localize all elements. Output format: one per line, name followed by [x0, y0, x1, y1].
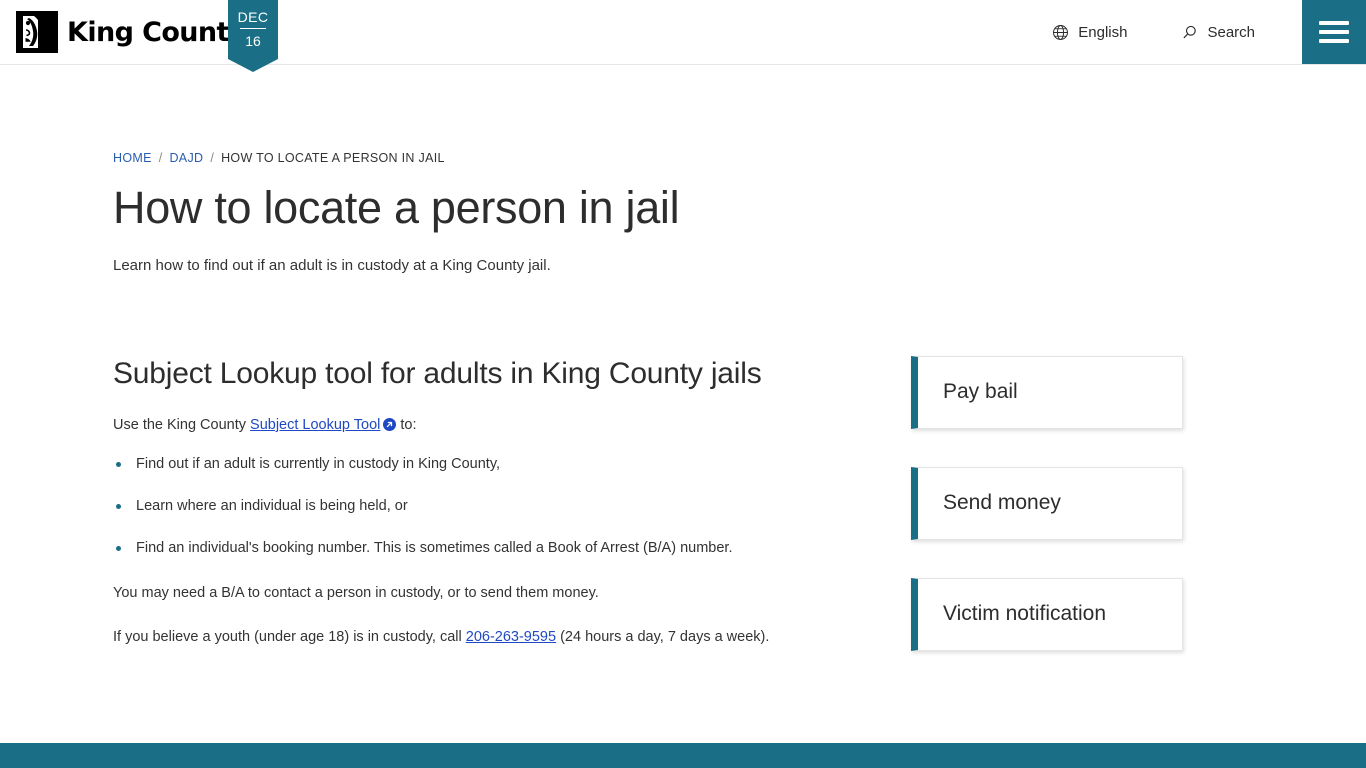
menu-bar [1319, 21, 1349, 25]
header-actions: English Search [1042, 0, 1366, 65]
intro-text-before: Use the King County [113, 416, 251, 433]
logo-wordmark: King County [67, 16, 246, 48]
ba-note-paragraph: You may need a B/A to contact a person i… [113, 584, 599, 601]
sidebar-card-send-money[interactable]: Send money [911, 466, 1183, 540]
sidebar-card-label: Victim notification [943, 602, 1107, 626]
date-badge-divider [240, 28, 266, 29]
section-title: Subject Lookup tool for adults in King C… [113, 356, 762, 390]
menu-bar [1319, 39, 1349, 43]
sidebar-card-victim-notification[interactable]: Victim notification [911, 577, 1183, 651]
intro-paragraph: Use the King County Subject Lookup Tool … [113, 414, 883, 438]
youth-text-before: If you believe a youth (under age 18) is… [113, 628, 466, 645]
sidebar: Pay bail Send money Victim notification [911, 355, 1183, 689]
language-label: English [1078, 23, 1128, 41]
list-item: Find an individual's booking number. Thi… [113, 538, 883, 560]
breadcrumb-item-home[interactable]: HOME [113, 151, 152, 165]
breadcrumb-item-current: HOW TO LOCATE A PERSON IN JAIL [221, 151, 445, 165]
youth-text-after: (24 hours a day, 7 days a week). [556, 628, 770, 645]
site-logo[interactable]: King County [16, 11, 246, 53]
breadcrumb: HOME / DAJD / HOW TO LOCATE A PERSON IN … [113, 151, 1253, 165]
subject-lookup-tool-link[interactable]: Subject Lookup Tool [250, 417, 380, 433]
content-container: HOME / DAJD / HOW TO LOCATE A PERSON IN … [98, 151, 1268, 689]
breadcrumb-separator: / [158, 151, 163, 165]
search-icon [1181, 24, 1198, 41]
globe-icon [1052, 24, 1069, 41]
benefits-list: Find out if an adult is currently in cus… [113, 454, 883, 559]
list-item: Learn where an individual is being held,… [113, 496, 883, 518]
breadcrumb-item-dajd[interactable]: DAJD [169, 151, 203, 165]
search-label: Search [1207, 23, 1255, 41]
date-badge-month: DEC [237, 9, 269, 25]
date-badge[interactable]: DEC 16 [228, 0, 278, 72]
sidebar-card-pay-bail[interactable]: Pay bail [911, 355, 1183, 429]
youth-custody-paragraph: If you believe a youth (under age 18) is… [113, 626, 883, 648]
page-summary: Learn how to find out if an adult is in … [113, 257, 551, 275]
intro-text-after: to: [396, 416, 417, 433]
language-selector[interactable]: English [1042, 0, 1137, 65]
hamburger-menu-icon[interactable] [1302, 0, 1366, 64]
menu-bar [1319, 30, 1349, 34]
youth-phone-link[interactable]: 206-263-9595 [466, 629, 556, 645]
site-header: King County DEC 16 English Search [0, 0, 1366, 72]
breadcrumb-separator: / [210, 151, 215, 165]
sidebar-card-label: Send money [943, 491, 1061, 515]
content-row: Subject Lookup tool for adults in King C… [113, 355, 1253, 689]
king-county-portrait-logo-icon [16, 11, 58, 53]
main-column: Subject Lookup tool for adults in King C… [113, 356, 883, 649]
page-body: HOME / DAJD / HOW TO LOCATE A PERSON IN … [0, 151, 1366, 689]
external-link-icon [383, 416, 397, 438]
site-footer-bar [0, 743, 1366, 768]
search-button[interactable]: Search [1171, 0, 1265, 65]
page-title: How to locate a person in jail [113, 182, 680, 233]
sidebar-card-label: Pay bail [943, 380, 1018, 404]
list-item: Find out if an adult is currently in cus… [113, 454, 883, 476]
date-badge-day: 16 [245, 33, 261, 49]
